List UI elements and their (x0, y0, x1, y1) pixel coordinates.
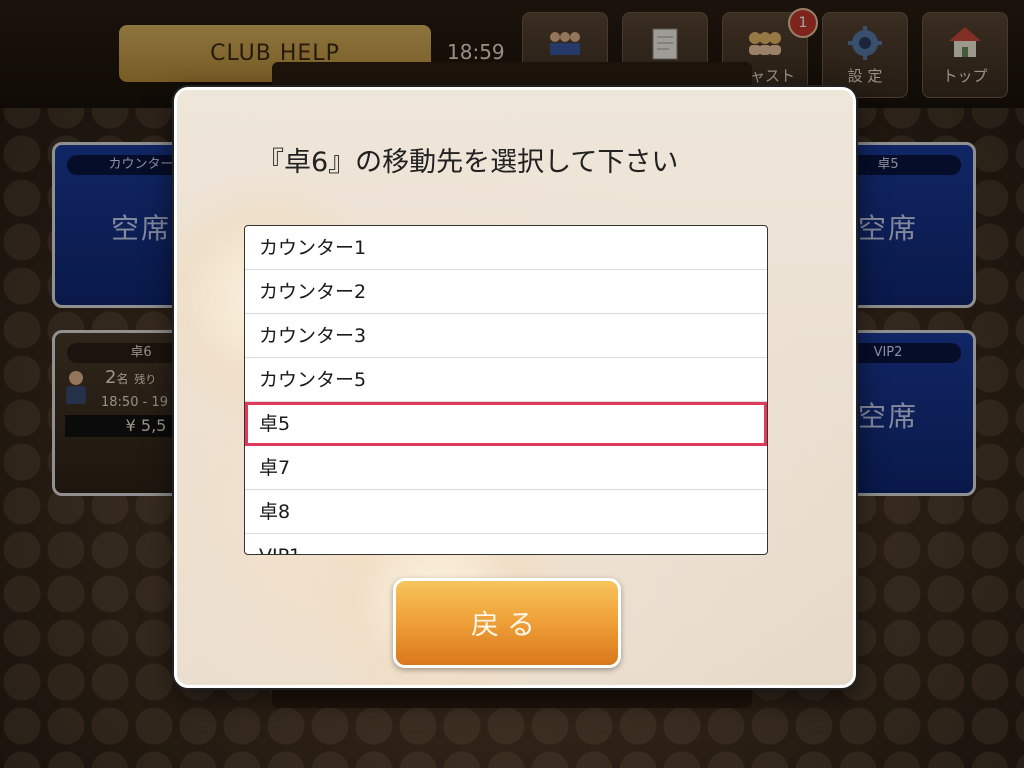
dialog-title: 『卓6』の移動先を選択して下さい (257, 147, 679, 178)
move-destination-dialog: 『卓6』の移動先を選択して下さい カウンター1 カウンター2 カウンター3 カウ… (174, 87, 856, 688)
list-item-selected[interactable]: 卓5 (245, 402, 767, 446)
destination-list[interactable]: カウンター1 カウンター2 カウンター3 カウンター5 卓5 卓7 卓8 VIP… (244, 225, 768, 555)
list-item[interactable]: カウンター2 (245, 270, 767, 314)
list-item[interactable]: 卓7 (245, 446, 767, 490)
list-item[interactable]: カウンター1 (245, 226, 767, 270)
list-item[interactable]: VIP1 (245, 534, 767, 554)
list-item[interactable]: カウンター5 (245, 358, 767, 402)
list-item[interactable]: 卓8 (245, 490, 767, 534)
back-button[interactable]: 戻る (393, 578, 621, 668)
list-item[interactable]: カウンター3 (245, 314, 767, 358)
